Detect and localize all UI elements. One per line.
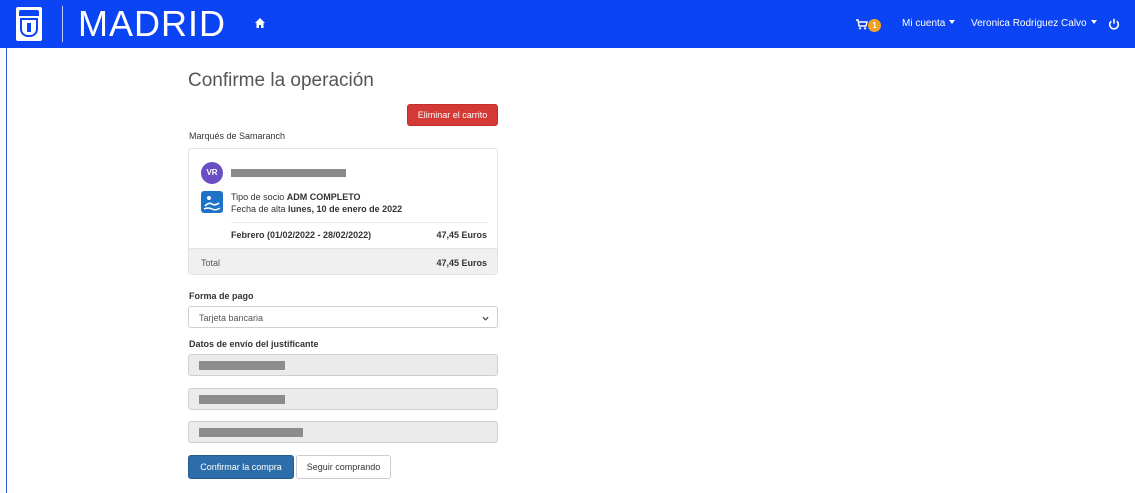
billing-period: Febrero (01/02/2022 - 28/02/2022)	[231, 230, 372, 240]
signup-date-value: lunes, 10 de enero de 2022	[288, 204, 403, 214]
chevron-down-icon	[949, 20, 956, 24]
redacted-value	[199, 395, 285, 404]
payment-label: Forma de pago	[189, 291, 254, 301]
home-icon[interactable]	[254, 17, 266, 29]
total-amount: 47,45 Euros	[436, 258, 487, 268]
activity-icon	[201, 191, 223, 213]
shipping-field-1[interactable]	[188, 354, 498, 376]
signup-prefix: Fecha de alta	[231, 204, 289, 214]
order-card: VR Tipo de socio ADM COMPLETO Fecha de a…	[188, 148, 498, 275]
period-amount: 47,45 Euros	[436, 230, 487, 240]
page-title: Confirme la operación	[188, 70, 374, 91]
signup-date: Fecha de alta lunes, 10 de enero de 2022	[231, 204, 402, 214]
chevron-down-icon	[1090, 20, 1097, 24]
cart-count-badge: 1	[868, 19, 881, 32]
empty-cart-button[interactable]: Eliminar el carrito	[407, 104, 498, 126]
confirm-purchase-button[interactable]: Confirmar la compra	[188, 455, 294, 479]
avatar: VR	[201, 162, 223, 184]
navbar-divider	[62, 6, 63, 42]
divider	[231, 222, 488, 223]
user-menu[interactable]: Veronica Rodriguez Calvo	[971, 18, 1097, 30]
member-type-prefix: Tipo de socio	[231, 192, 287, 202]
cart-icon	[856, 19, 868, 30]
continue-shopping-button[interactable]: Seguir comprando	[296, 455, 391, 479]
total-row: Total 47,45 Euros	[189, 248, 497, 274]
power-icon[interactable]	[1108, 18, 1120, 30]
account-menu[interactable]: Mi cuenta	[902, 18, 956, 30]
top-navbar: MADRID 1 Mi cuenta Veronica Rodriguez Ca…	[0, 0, 1135, 48]
chevron-down-icon	[482, 316, 489, 321]
user-menu-label: Veronica Rodriguez Calvo	[971, 18, 1087, 29]
member-type-value: ADM COMPLETO	[286, 192, 361, 202]
redacted-member-name	[231, 169, 346, 177]
redacted-value	[199, 428, 303, 437]
shipping-label: Datos de envío del justificante	[189, 339, 319, 349]
redacted-value	[199, 361, 285, 370]
member-type: Tipo de socio ADM COMPLETO	[231, 192, 361, 202]
shipping-field-3[interactable]	[188, 421, 498, 443]
total-label: Total	[201, 258, 221, 268]
cart-button[interactable]: 1	[856, 16, 886, 32]
page-border	[6, 48, 7, 493]
payment-method-value: Tarjeta bancaria	[199, 313, 264, 323]
venue-name: Marqués de Samaranch	[189, 131, 286, 141]
brand-title[interactable]: MADRID	[78, 5, 226, 43]
payment-method-select[interactable]: Tarjeta bancaria	[188, 306, 498, 328]
account-menu-label: Mi cuenta	[902, 18, 946, 29]
shipping-field-2[interactable]	[188, 388, 498, 410]
madrid-crest-logo[interactable]	[16, 7, 42, 41]
